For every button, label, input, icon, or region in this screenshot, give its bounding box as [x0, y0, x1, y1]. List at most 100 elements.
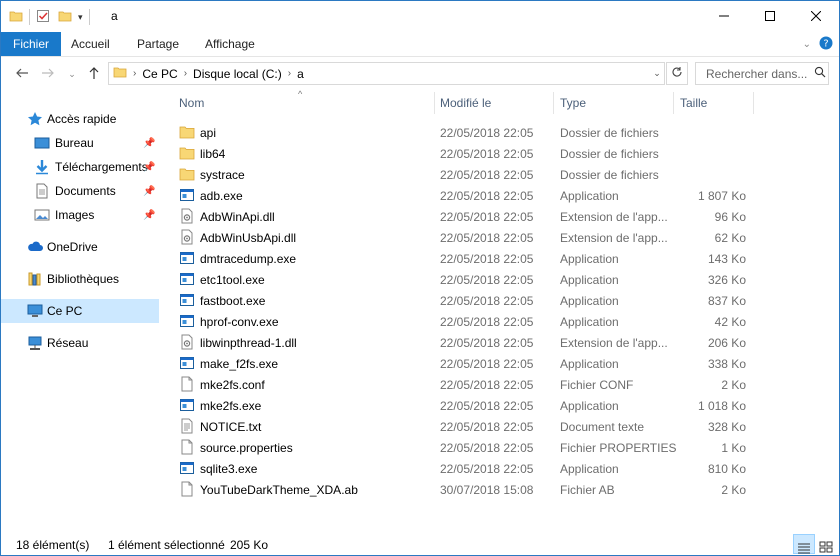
folder-icon [179, 124, 195, 140]
close-button[interactable] [793, 1, 839, 32]
chevron-right-icon[interactable]: › [184, 68, 187, 79]
file-type: Application [560, 357, 619, 371]
table-row[interactable]: YouTubeDarkTheme_XDA.ab 30/07/2018 15:08 F… [173, 479, 833, 500]
file-size: 62 Ko [714, 231, 746, 245]
file-size: 328 Ko [707, 420, 746, 434]
table-row[interactable]: lib64 22/05/2018 22:05 Dossier de fichiers [173, 143, 833, 164]
pin-icon[interactable]: 📌 [143, 138, 155, 149]
tab-accueil[interactable]: Accueil [59, 32, 122, 56]
refresh-icon [671, 66, 683, 81]
arrow-up-icon [87, 66, 101, 83]
large-icons-view-button[interactable] [816, 534, 836, 553]
table-row[interactable]: sqlite3.exe 22/05/2018 22:05 Application 81… [173, 458, 833, 479]
back-button[interactable] [13, 65, 31, 83]
file-list: ^ Nom Modifié le Type Taille api 22/05/20… [161, 89, 839, 530]
new-folder-icon[interactable] [58, 9, 72, 26]
chevron-right-icon[interactable]: › [288, 68, 291, 79]
sidebar-item-onedrive[interactable]: OneDrive [1, 235, 159, 259]
sidebar-item-bureau[interactable]: Bureau 📌 [1, 131, 159, 155]
file-date: 22/05/2018 22:05 [440, 210, 534, 224]
up-button[interactable] [85, 65, 103, 83]
breadcrumb-ce-pc[interactable]: Ce PC [142, 67, 177, 81]
dll-icon [179, 334, 195, 350]
search-box[interactable] [695, 62, 829, 85]
maximize-icon [765, 10, 775, 24]
expand-ribbon-icon[interactable]: ⌄ [803, 39, 811, 50]
properties-icon[interactable] [36, 9, 50, 26]
sidebar-item-ce-pc[interactable]: Ce PC [1, 299, 159, 323]
table-row[interactable]: adb.exe 22/05/2018 22:05 Application 1 807 … [173, 185, 833, 206]
breadcrumb-a[interactable]: a [297, 67, 304, 81]
sidebar-item-bibliotheques[interactable]: Bibliothèques [1, 267, 159, 291]
search-input[interactable] [704, 65, 812, 82]
table-row[interactable]: AdbWinApi.dll 22/05/2018 22:05 Extension d… [173, 206, 833, 227]
file-name: adb.exe [200, 189, 243, 203]
application-icon [179, 250, 195, 266]
file-date: 22/05/2018 22:05 [440, 441, 534, 455]
forward-button[interactable] [39, 65, 57, 83]
table-row[interactable]: fastboot.exe 22/05/2018 22:05 Application 8… [173, 290, 833, 311]
file-date: 22/05/2018 22:05 [440, 147, 534, 161]
sidebar-item-acces-rapide[interactable]: Accès rapide [1, 107, 159, 131]
tab-fichier[interactable]: Fichier [1, 32, 62, 56]
pin-icon[interactable]: 📌 [143, 162, 155, 173]
pin-icon[interactable]: 📌 [143, 210, 155, 221]
table-row[interactable]: etc1tool.exe 22/05/2018 22:05 Application 3… [173, 269, 833, 290]
help-icon[interactable]: ? [819, 36, 833, 53]
details-view-button[interactable] [793, 534, 815, 554]
tab-affichage[interactable]: Affichage [193, 32, 267, 56]
folder-icon [9, 9, 23, 26]
table-row[interactable]: AdbWinUsbApi.dll 22/05/2018 22:05 Extensio… [173, 227, 833, 248]
sidebar-item-label: Bibliothèques [47, 272, 120, 286]
minimize-icon [719, 10, 729, 24]
file-type: Application [560, 315, 619, 329]
file-name: source.properties [200, 441, 293, 455]
table-row[interactable]: make_f2fs.exe 22/05/2018 22:05 Application… [173, 353, 833, 374]
file-type: Fichier CONF [560, 378, 634, 392]
recent-locations-button[interactable]: ⌄ [63, 65, 81, 83]
column-header-taille[interactable]: Taille [680, 96, 707, 110]
address-dropdown-button[interactable]: ⌄ [650, 62, 665, 85]
table-row[interactable]: hprof-conv.exe 22/05/2018 22:05 Applicatio… [173, 311, 833, 332]
sidebar-item-telechargements[interactable]: Téléchargements 📌 [1, 155, 159, 179]
selection-size: 205 Ko [230, 538, 269, 552]
table-row[interactable]: NOTICE.txt 22/05/2018 22:05 Document texte… [173, 416, 833, 437]
sidebar-item-reseau[interactable]: Réseau [1, 331, 159, 355]
breadcrumb-disque-local[interactable]: Disque local (C:) [193, 67, 282, 81]
file-size: 810 Ko [707, 462, 746, 476]
tab-partage[interactable]: Partage [125, 32, 191, 56]
folder-icon [113, 65, 127, 82]
chevron-right-icon[interactable]: › [133, 68, 136, 79]
file-size: 1 807 Ko [697, 189, 746, 203]
search-icon[interactable] [814, 66, 826, 81]
file-type: Application [560, 189, 619, 203]
file-size: 837 Ko [707, 294, 746, 308]
file-name: systrace [200, 168, 245, 182]
table-row[interactable]: source.properties 22/05/2018 22:05 Fichier… [173, 437, 833, 458]
table-row[interactable]: api 22/05/2018 22:05 Dossier de fichiers [173, 122, 833, 143]
chevron-down-icon: ⌄ [68, 68, 76, 79]
column-header-nom[interactable]: Nom [179, 96, 204, 110]
column-header-modifie-le[interactable]: Modifié le [440, 96, 491, 110]
sidebar-item-documents[interactable]: Documents 📌 [1, 179, 159, 203]
minimize-button[interactable] [701, 1, 747, 32]
refresh-button[interactable] [666, 62, 688, 85]
table-row[interactable]: dmtracedump.exe 22/05/2018 22:05 Applicati… [173, 248, 833, 269]
file-size: 1 018 Ko [697, 399, 746, 413]
file-type: Application [560, 462, 619, 476]
file-name: sqlite3.exe [200, 462, 258, 476]
address-bar[interactable]: › Ce PC › Disque local (C:) › a [108, 62, 665, 85]
sidebar-item-label: Réseau [47, 336, 89, 350]
table-row[interactable]: mke2fs.exe 22/05/2018 22:05 Application 1 0… [173, 395, 833, 416]
table-row[interactable]: mke2fs.conf 22/05/2018 22:05 Fichier CONF 2… [173, 374, 833, 395]
maximize-button[interactable] [747, 1, 793, 32]
file-name: hprof-conv.exe [200, 315, 279, 329]
pin-icon[interactable]: 📌 [143, 186, 155, 197]
table-row[interactable]: libwinpthread-1.dll 22/05/2018 22:05 Exten… [173, 332, 833, 353]
table-row[interactable]: systrace 22/05/2018 22:05 Dossier de fichi… [173, 164, 833, 185]
item-count: 18 élément(s) [16, 538, 90, 552]
file-name: AdbWinApi.dll [200, 210, 275, 224]
column-header-type[interactable]: Type [560, 96, 586, 110]
customize-toolbar-icon[interactable]: ▾ [78, 12, 83, 23]
sidebar-item-images[interactable]: Images 📌 [1, 203, 159, 227]
